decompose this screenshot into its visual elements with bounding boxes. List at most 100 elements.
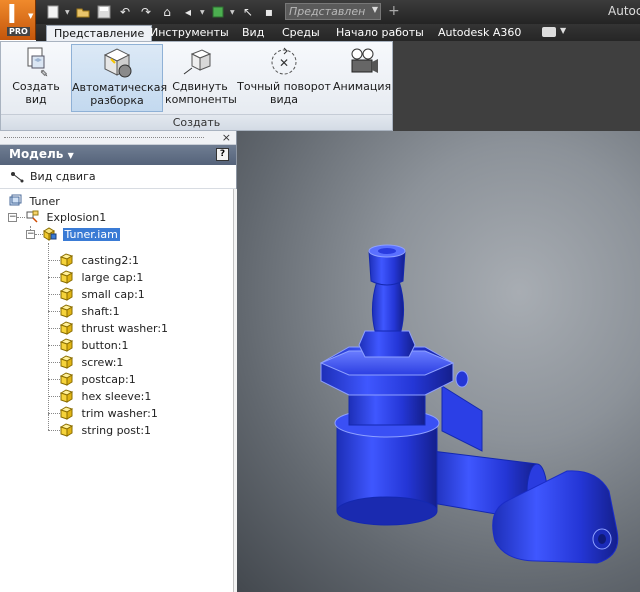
browser-grip[interactable] (4, 137, 204, 138)
app-edition-label: PRO (7, 27, 30, 36)
auto-explode-icon (103, 48, 132, 78)
redo-icon[interactable]: ↷ (137, 3, 155, 21)
precise-rotate-icon: ✕ (271, 47, 297, 75)
tree-connector (35, 234, 43, 235)
tree-label-part: button:1 (81, 339, 129, 352)
window-title: Autoc (608, 4, 640, 18)
tree-label-part: thrust washer:1 (81, 322, 169, 335)
part-icon (60, 372, 74, 386)
return-icon[interactable]: ◂ (179, 3, 197, 21)
part-icon (60, 423, 74, 437)
tab-environments[interactable]: Среды (275, 25, 327, 41)
tree-node-part[interactable]: shaft:1 (60, 303, 122, 320)
browser-header[interactable]: Модель ▼ ? (0, 145, 236, 165)
tree-connector (48, 415, 49, 430)
open-folder-icon[interactable] (74, 3, 92, 21)
save-icon[interactable] (95, 3, 113, 21)
ribbon-options-icon[interactable] (542, 27, 556, 37)
app-menu-caret-icon: ▼ (28, 12, 34, 20)
update-icon[interactable] (209, 3, 227, 21)
app-logo-letter: I (7, 0, 17, 30)
combo-arrow-icon[interactable]: ▼ (372, 5, 378, 14)
ribbon-options-caret-icon[interactable]: ▼ (560, 26, 566, 35)
tree-label-root: Tuner (29, 195, 60, 208)
new-file-icon[interactable] (44, 3, 62, 21)
tuner-model[interactable] (237, 131, 640, 592)
tree-node-part[interactable]: hex sleeve:1 (60, 388, 153, 405)
undo-icon[interactable]: ↶ (116, 3, 134, 21)
appearance-combo[interactable]: Представлен ▼ (285, 3, 381, 20)
home-icon[interactable]: ⌂ (158, 3, 176, 21)
tree-label-explosion: Explosion1 (46, 211, 107, 224)
create-view-label: Создать вид (12, 80, 60, 106)
tree-node-part[interactable]: thrust washer:1 (60, 320, 170, 337)
tweak-components-button[interactable]: Сдвинуть компоненты (165, 44, 237, 112)
tree-connector (48, 345, 60, 346)
auto-explode-label: Автоматическая разборка (72, 81, 168, 107)
tree-connector (48, 311, 60, 312)
tree-node-part[interactable]: large cap:1 (60, 269, 145, 286)
tab-tools[interactable]: Инструменты (143, 25, 236, 41)
expander-explosion-icon[interactable]: − (8, 213, 17, 222)
tree-label-part: postcap:1 (81, 373, 136, 386)
tree-node-root[interactable]: Tuner (8, 193, 62, 210)
tree-node-part[interactable]: screw:1 (60, 354, 125, 371)
tree-node-part[interactable]: button:1 (60, 337, 131, 354)
tab-get-started[interactable]: Начало работы (329, 25, 431, 41)
tree-connector (48, 294, 60, 295)
properties-icon[interactable]: ▪ (260, 3, 278, 21)
tree-connector (48, 413, 60, 414)
part-icon (60, 338, 74, 352)
quick-access-toolbar: ▼ ↶ ↷ ⌂ ◂ ▼ ▼ ↖ ▪ (44, 3, 278, 21)
browser-title-caret-icon[interactable]: ▼ (68, 151, 74, 160)
tree-connector (17, 217, 25, 218)
tree-node-assembly[interactable]: Tuner.iam (43, 226, 120, 243)
tree-label-part: trim washer:1 (81, 407, 158, 420)
svg-text:✕: ✕ (279, 56, 289, 70)
help-icon[interactable]: ? (216, 148, 229, 161)
part-icon (60, 304, 74, 318)
svg-text:✎: ✎ (40, 69, 48, 80)
tree-connector (48, 277, 60, 278)
tree-node-part[interactable]: postcap:1 (60, 371, 138, 388)
animation-button[interactable]: Анимация (333, 44, 391, 112)
new-dropdown-icon[interactable]: ▼ (65, 9, 71, 16)
update-dropdown-icon[interactable]: ▼ (230, 9, 236, 16)
tree-node-explosion[interactable]: Explosion1 (25, 209, 108, 226)
part-icon (60, 253, 74, 267)
select-icon[interactable]: ↖ (239, 3, 257, 21)
tree-node-part[interactable]: small cap:1 (60, 286, 147, 303)
title-bar: ▼ ↶ ↷ ⌂ ◂ ▼ ▼ ↖ ▪ Представлен ▼ + Autoc (0, 0, 640, 24)
graphics-viewport[interactable] (237, 131, 640, 592)
tree-label-part: hex sleeve:1 (81, 390, 152, 403)
tree-label-part: shaft:1 (81, 305, 120, 318)
tab-presentation[interactable]: Представление (46, 25, 153, 41)
browser-view-selector[interactable]: Вид сдвига (0, 165, 236, 189)
tab-view[interactable]: Вид (235, 25, 271, 41)
tree-connector (48, 396, 60, 397)
auto-explode-button[interactable]: Автоматическая разборка (71, 44, 168, 112)
ribbon-panel-label: Создать (1, 114, 392, 130)
tree-node-part[interactable]: casting2:1 (60, 252, 141, 269)
tree-label-part: large cap:1 (81, 271, 144, 284)
application-menu-button[interactable]: I ▼ PRO (0, 0, 36, 40)
part-icon (60, 287, 74, 301)
tree-node-part[interactable]: string post:1 (60, 422, 153, 439)
browser-close-icon[interactable]: × (222, 131, 231, 144)
add-icon[interactable]: + (388, 3, 400, 19)
part-icon (60, 389, 74, 403)
return-dropdown-icon[interactable]: ▼ (200, 9, 206, 16)
model-browser: × Модель ▼ ? Вид сдвига Tuner − Explosio… (0, 131, 237, 592)
precise-rotate-button[interactable]: ✕ Точный поворот вида (237, 44, 331, 112)
create-view-button[interactable]: ✎ Создать вид (3, 44, 69, 112)
tree-connector (48, 430, 60, 431)
tweak-components-icon (183, 49, 212, 75)
expander-assembly-icon[interactable]: − (26, 230, 35, 239)
part-icon (60, 270, 74, 284)
tree-label-part: casting2:1 (81, 254, 140, 267)
ribbon-tabs: Представление Инструменты Вид Среды Нача… (36, 24, 640, 41)
browser-grip-bar[interactable]: × (0, 131, 236, 145)
tree-node-part[interactable]: trim washer:1 (60, 405, 160, 422)
tab-autodesk-a360[interactable]: Autodesk A360 (431, 25, 528, 41)
tree-connector (48, 362, 60, 363)
